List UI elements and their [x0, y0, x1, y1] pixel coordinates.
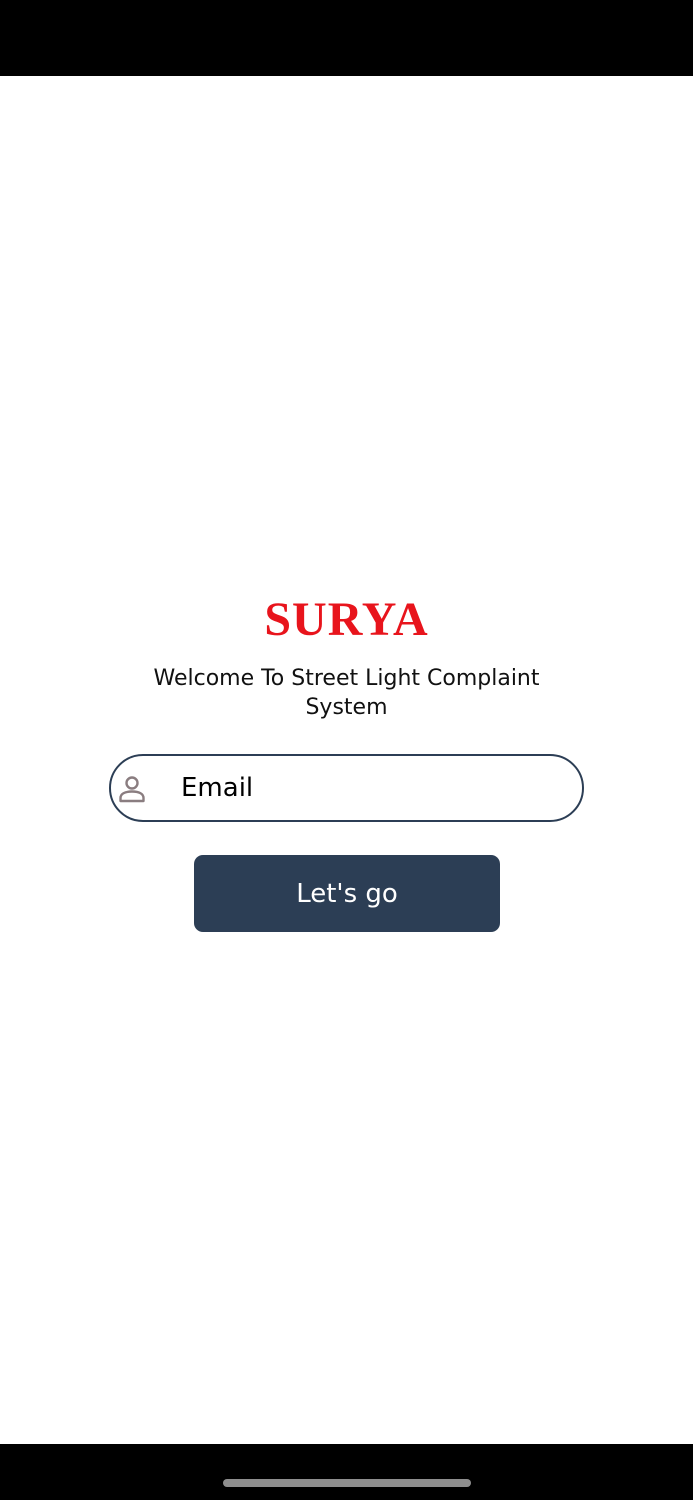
system-nav-bar	[0, 1444, 693, 1500]
lets-go-button[interactable]: Let's go	[194, 855, 500, 932]
status-bar	[0, 0, 693, 76]
email-field[interactable]	[109, 754, 584, 822]
email-input[interactable]	[181, 764, 571, 812]
welcome-message: Welcome To Street Light Complaint System	[153, 666, 540, 720]
user-icon	[117, 774, 147, 804]
brand-logo: SURYA	[264, 593, 429, 646]
home-indicator[interactable]	[223, 1479, 471, 1487]
